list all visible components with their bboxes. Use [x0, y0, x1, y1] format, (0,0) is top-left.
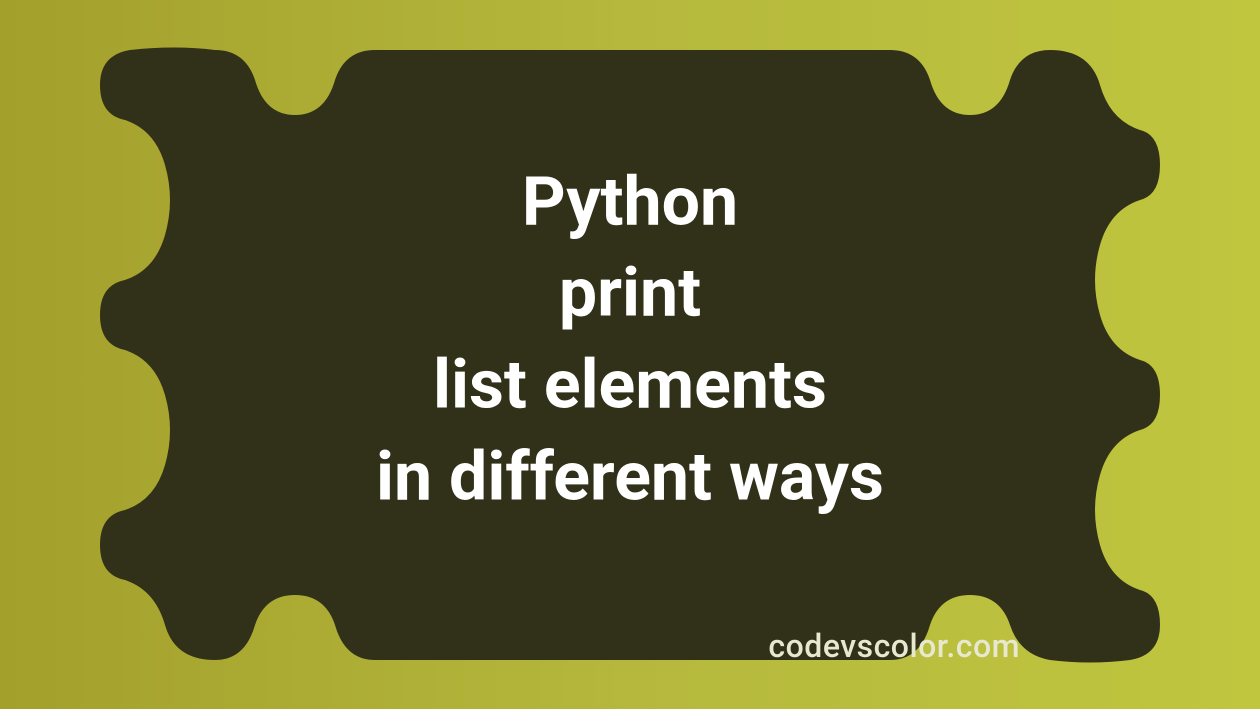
title-line-1: Python: [376, 156, 884, 248]
title-line-3: list elements: [376, 340, 884, 432]
title-line-2: print: [376, 248, 884, 340]
banner-canvas: Python print list elements in different …: [0, 0, 1260, 709]
title-line-4: in different ways: [376, 432, 884, 524]
watermark-text: codevscolor.com: [768, 627, 1020, 665]
banner-title: Python print list elements in different …: [376, 156, 884, 523]
